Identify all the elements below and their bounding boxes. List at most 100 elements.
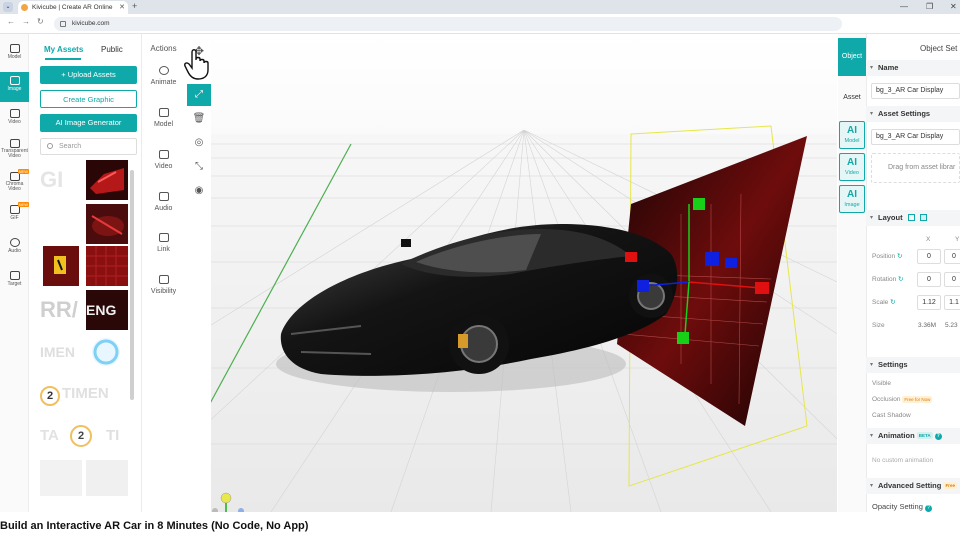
scene-canvas[interactable] <box>211 34 837 512</box>
action-audio[interactable]: Audio <box>143 192 184 212</box>
rotation-y-input[interactable]: 0 <box>944 272 960 287</box>
occlusion-label: Occlusion Free for Now <box>872 395 933 403</box>
reset-icon[interactable]: ↻ <box>890 299 895 306</box>
assets-scrollbar[interactable] <box>130 170 134 400</box>
help-icon[interactable]: ? <box>924 505 932 512</box>
minimize-icon[interactable]: — <box>900 0 908 13</box>
url-field[interactable]: kivicube.com <box>54 17 842 31</box>
asset-thumb[interactable] <box>86 332 128 372</box>
thumb-text: IMEN <box>40 344 75 360</box>
asset-thumb[interactable]: IMEN <box>40 332 86 372</box>
asset-select-field[interactable]: bg_3_AR Car Display <box>871 129 960 145</box>
settings-section-header[interactable]: ▾ Settings <box>866 357 960 373</box>
section-title: Name <box>878 63 899 72</box>
action-label: Model <box>153 121 174 128</box>
gizmo-z-handle[interactable] <box>637 280 649 292</box>
asset-search-input[interactable]: Search <box>40 138 137 155</box>
action-visibility[interactable]: Visibility <box>143 275 184 295</box>
thumb-text: 2 <box>40 386 60 406</box>
free-for-now-badge: Free for Now <box>902 395 933 403</box>
rail-item-label: Transparent Video <box>1 148 28 159</box>
gizmo-y-handle[interactable] <box>693 198 705 210</box>
position-x-input[interactable]: 0 <box>917 249 941 264</box>
position-y-input[interactable]: 0 <box>944 249 960 264</box>
create-graphic-button[interactable]: Create Graphic <box>40 90 137 108</box>
advanced-section-header[interactable]: ▾ Advanced Setting Free <box>866 478 960 494</box>
asset-settings-section-header[interactable]: ▾ Asset Settings <box>866 106 960 122</box>
monitor-link-icon <box>158 233 169 242</box>
reset-icon[interactable]: ↻ <box>897 253 902 260</box>
position-label: Position ↻ <box>872 252 902 260</box>
asset-thumb[interactable]: TI <box>106 416 128 456</box>
asset-thumb[interactable]: GI <box>40 160 82 200</box>
forward-icon[interactable]: → <box>22 17 30 26</box>
reload-icon[interactable]: ↻ <box>37 17 44 26</box>
site-info-icon[interactable] <box>60 21 66 27</box>
close-tab-icon[interactable]: ✕ <box>119 1 125 14</box>
gizmo-x-handle-left[interactable] <box>625 252 637 262</box>
name-field[interactable]: bg_3_AR Car Display <box>871 83 960 99</box>
action-link[interactable]: Link <box>143 233 184 253</box>
collapse-caret-icon: ▾ <box>870 111 874 117</box>
asset-thumb[interactable] <box>86 460 128 496</box>
scale-x-input[interactable]: 1.12 <box>917 295 941 310</box>
new-tab-button[interactable]: + <box>132 0 137 13</box>
rail-item-video[interactable]: Video <box>0 105 29 133</box>
asset-thumb[interactable] <box>40 246 82 286</box>
asset-thumb[interactable]: TIMEN <box>62 374 128 414</box>
gizmo-z-handle-right[interactable] <box>725 258 737 268</box>
ai-image-generator-button[interactable]: AI Image Generator <box>40 114 137 132</box>
upload-assets-button[interactable]: + Upload Assets <box>40 66 137 84</box>
reset-icon[interactable]: ↻ <box>898 276 903 283</box>
close-window-icon[interactable]: ✕ <box>950 0 957 13</box>
asset-thumb[interactable] <box>40 460 82 496</box>
ai-model-tile[interactable]: AI Model <box>839 121 865 149</box>
rail-item-image[interactable]: Image <box>0 72 29 102</box>
tab-my-assets[interactable]: My Assets <box>44 45 83 54</box>
animation-section-header[interactable]: ▾ Animation BETA ? <box>866 428 960 444</box>
gizmo-x-handle[interactable] <box>755 282 769 294</box>
tab-asset[interactable]: Asset <box>838 90 866 106</box>
tab-object[interactable]: Object <box>838 38 866 76</box>
name-section-header[interactable]: ▾ Name <box>866 60 960 76</box>
tab-search-icon[interactable]: ⌄ <box>3 2 13 12</box>
action-animate[interactable]: Animate <box>143 66 184 86</box>
ai-tile-label: Video <box>845 170 859 176</box>
resize-icon[interactable]: ⤡ <box>187 156 211 178</box>
fit-view-icon[interactable]: ⤢ <box>187 84 211 106</box>
gizmo-z-handle-center[interactable] <box>705 252 719 266</box>
rail-item-transparent-video[interactable]: Transparent Video <box>0 135 29 167</box>
gizmo-y-handle-bottom[interactable] <box>677 332 689 344</box>
asset-thumb[interactable] <box>86 246 128 286</box>
eye-icon[interactable]: ◉ <box>187 180 211 202</box>
rail-item-gif[interactable]: NEW GIF <box>0 201 29 229</box>
scene-viewport[interactable] <box>211 34 837 512</box>
layout-section-header[interactable]: ▾ Layout <box>866 210 960 226</box>
paste-layout-icon[interactable] <box>920 214 927 221</box>
rail-item-chroma-video[interactable]: NEW Chroma Video <box>0 168 29 198</box>
copy-layout-icon[interactable] <box>908 214 915 221</box>
new-badge: NEW <box>17 169 29 174</box>
asset-thumb[interactable]: RR/ <box>40 290 82 330</box>
browser-tab[interactable]: Kivicube | Create AR Online ✕ <box>18 1 128 14</box>
delete-icon[interactable]: 🗑 <box>187 108 211 130</box>
back-icon[interactable]: ← <box>7 17 15 26</box>
rail-item-target[interactable]: Target <box>0 267 29 295</box>
action-model[interactable]: Model <box>143 108 184 128</box>
asset-thumb[interactable]: ENG <box>86 290 128 330</box>
ai-video-tile[interactable]: AI Video <box>839 153 865 181</box>
asset-thumb[interactable] <box>86 204 128 244</box>
rail-item-model[interactable]: Model <box>0 40 29 68</box>
rail-item-audio[interactable]: Audio <box>0 234 29 262</box>
asset-thumb[interactable] <box>86 160 128 200</box>
focus-target-icon[interactable]: ◎ <box>187 132 211 154</box>
tab-title: Kivicube | Create AR Online <box>32 4 113 11</box>
help-icon[interactable]: ? <box>934 432 942 440</box>
rotation-x-input[interactable]: 0 <box>917 272 941 287</box>
ai-image-tile[interactable]: AI Image <box>839 185 865 213</box>
scale-y-input[interactable]: 1.1 <box>944 295 960 310</box>
tab-public[interactable]: Public <box>101 45 123 54</box>
maximize-icon[interactable]: ❐ <box>926 0 933 13</box>
asset-drop-zone[interactable]: Drag from asset librar <box>871 153 960 183</box>
action-video[interactable]: Video <box>143 150 184 170</box>
